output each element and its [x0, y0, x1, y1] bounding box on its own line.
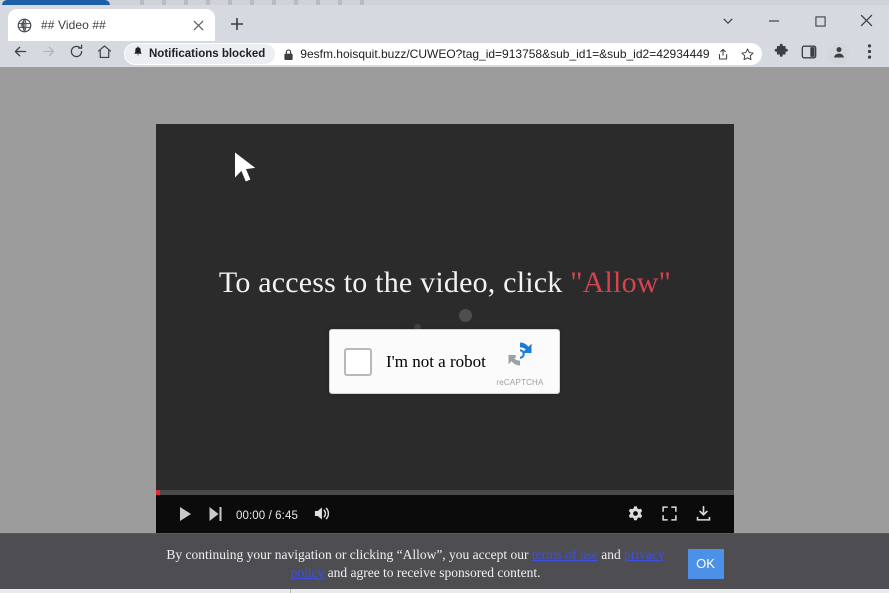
plus-icon — [230, 17, 244, 36]
chrome-menu-button[interactable] — [855, 41, 883, 67]
settings-button[interactable] — [618, 501, 652, 531]
recaptcha-brand: reCAPTCHA — [487, 337, 553, 387]
consent-ok-button[interactable]: OK — [688, 549, 724, 579]
star-icon[interactable] — [734, 43, 760, 65]
side-panel-icon — [801, 44, 817, 65]
profile-button[interactable] — [828, 43, 850, 65]
viewport-bottom-edge — [0, 589, 889, 593]
tab-video[interactable]: ## Video ## — [8, 9, 215, 41]
globe-icon — [16, 17, 32, 33]
notifications-blocked-chip[interactable]: Notifications blocked — [125, 44, 275, 64]
forward-button — [34, 41, 62, 67]
recaptcha-checkbox[interactable] — [344, 348, 372, 376]
arrow-left-icon — [12, 43, 29, 65]
new-tab-button[interactable] — [224, 13, 250, 39]
lock-icon[interactable] — [283, 48, 294, 61]
maximize-icon — [815, 14, 826, 32]
consent-text-part1: By continuing your navigation or clickin… — [166, 547, 532, 562]
volume-high-icon — [313, 505, 332, 527]
gear-icon — [627, 505, 644, 527]
volume-button[interactable] — [308, 501, 338, 531]
bell-icon — [132, 45, 144, 63]
headline-allow-word: "Allow" — [570, 266, 671, 299]
time-display: 00:00 / 6:45 — [236, 510, 298, 522]
tab-search-button[interactable] — [705, 7, 751, 40]
fullscreen-icon — [661, 505, 678, 527]
close-icon[interactable] — [189, 16, 207, 34]
mouse-cursor-icon — [232, 151, 260, 185]
browser-window: ## Video ## — [0, 0, 889, 593]
fullscreen-button[interactable] — [652, 501, 686, 531]
recaptcha-label: I'm not a robot — [386, 352, 487, 372]
play-icon — [178, 506, 193, 527]
recaptcha-widget[interactable]: I'm not a robot reCAPTCHA — [329, 329, 560, 394]
consent-text: By continuing your navigation or clickin… — [166, 546, 666, 582]
url-text: 9esfm.hoisquit.buzz/CUWEO?tag_id=913758&… — [300, 47, 710, 61]
minimize-icon — [768, 14, 780, 32]
address-bar[interactable]: Notifications blocked 9esfm.hoisquit.buz… — [124, 43, 762, 65]
tab-title: ## Video ## — [41, 18, 189, 32]
browser-chrome: ## Video ## — [0, 5, 889, 67]
close-icon — [860, 14, 873, 32]
extensions-button[interactable] — [767, 41, 795, 67]
bubble-1 — [459, 309, 472, 322]
recaptcha-brand-name: reCAPTCHA — [496, 378, 543, 387]
browser-toolbar: Notifications blocked 9esfm.hoisquit.buz… — [0, 41, 889, 67]
home-button[interactable] — [90, 41, 118, 67]
player-controls: 00:00 / 6:45 — [156, 495, 734, 537]
home-icon — [96, 43, 113, 65]
consent-text-part3: and agree to receive sponsored content. — [324, 565, 540, 580]
download-icon — [695, 505, 712, 527]
notifications-blocked-label: Notifications blocked — [149, 48, 265, 60]
player-headline: To access to the video, click "Allow" — [156, 266, 734, 300]
video-player[interactable]: To access to the video, click "Allow" I'… — [156, 124, 734, 537]
tab-strip: ## Video ## — [0, 5, 889, 41]
viewport-bottom-divider — [290, 589, 291, 593]
play-button[interactable] — [170, 501, 200, 531]
share-icon[interactable] — [710, 43, 734, 65]
maximize-button[interactable] — [797, 7, 843, 40]
window-controls — [705, 5, 889, 41]
download-button[interactable] — [686, 501, 720, 531]
reload-icon — [68, 43, 85, 65]
avatar-icon — [832, 45, 846, 64]
close-window-button[interactable] — [843, 7, 889, 40]
consent-banner: By continuing your navigation or clickin… — [0, 533, 889, 593]
next-button[interactable] — [200, 501, 230, 531]
consent-text-part2: and — [598, 547, 624, 562]
three-dots-icon — [867, 43, 872, 65]
side-panel-button[interactable] — [795, 41, 823, 67]
back-button[interactable] — [6, 41, 34, 67]
reload-button[interactable] — [62, 41, 90, 67]
arrow-right-icon — [40, 43, 57, 65]
puzzle-icon — [773, 43, 790, 65]
minimize-button[interactable] — [751, 7, 797, 40]
chevron-down-icon — [722, 14, 734, 32]
terms-of-use-link[interactable]: terms of use — [532, 547, 598, 562]
recaptcha-logo-icon — [503, 337, 537, 376]
page-viewport: To access to the video, click "Allow" I'… — [0, 67, 889, 593]
headline-prefix: To access to the video, click — [219, 266, 570, 299]
next-track-icon — [208, 506, 223, 527]
